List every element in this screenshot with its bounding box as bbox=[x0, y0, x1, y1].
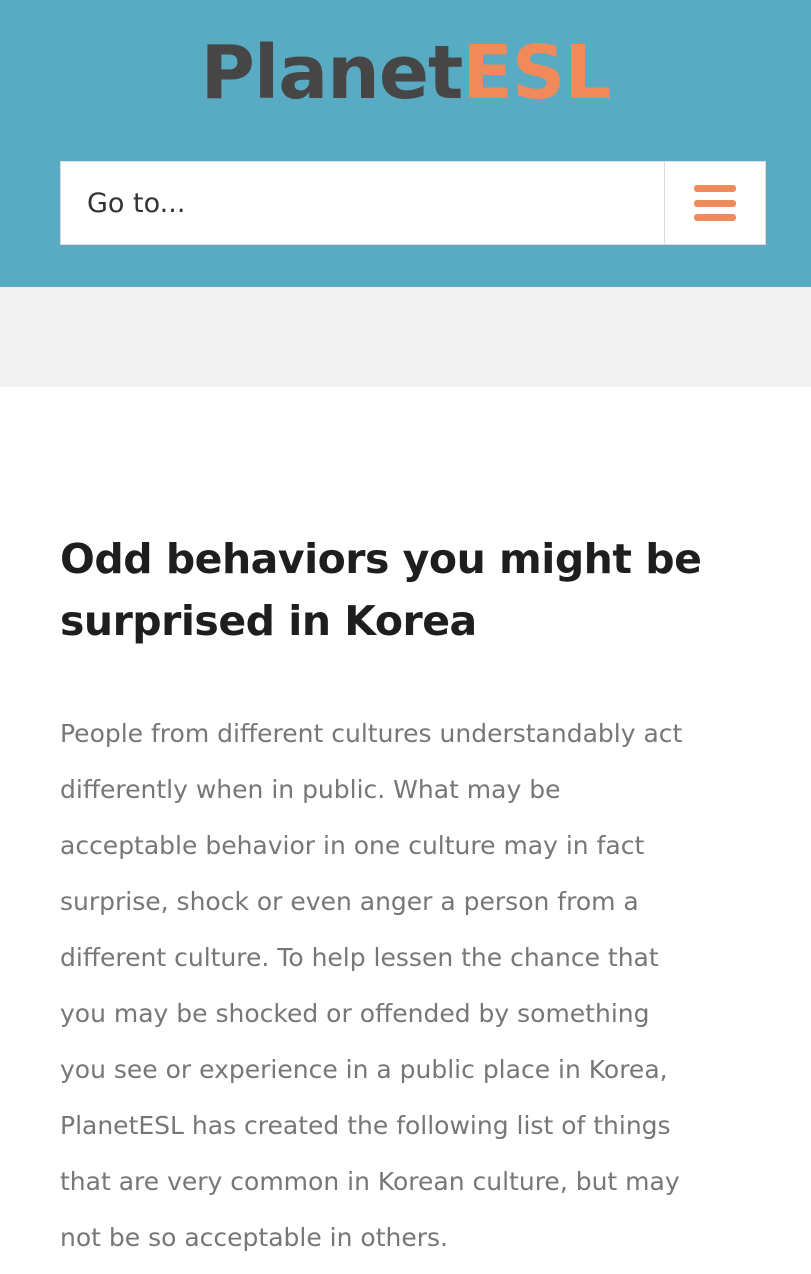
article-title-line: surprised in Korea bbox=[60, 597, 477, 645]
page-title-bar bbox=[0, 287, 811, 387]
paragraph-line: you see or experience in a public place … bbox=[60, 1055, 668, 1084]
article-title-line: Odd behaviors you might be bbox=[60, 535, 702, 583]
logo-text-planet: Planet bbox=[200, 30, 464, 116]
paragraph-line: not be so acceptable in others. bbox=[60, 1223, 448, 1252]
article-intro-paragraph: People from different cultures understan… bbox=[60, 706, 760, 1266]
menu-toggle-button[interactable] bbox=[664, 162, 765, 244]
paragraph-line: acceptable behavior in one culture may i… bbox=[60, 831, 645, 860]
paragraph-line: differently when in public. What may be bbox=[60, 775, 561, 804]
paragraph-line: different culture. To help lessen the ch… bbox=[60, 943, 659, 972]
paragraph-line: PlanetESL has created the following list… bbox=[60, 1111, 671, 1140]
article-title: Odd behaviors you might be surprised in … bbox=[60, 528, 760, 652]
logo-text-esl: ESL bbox=[462, 30, 611, 116]
site-logo[interactable]: PlanetESL bbox=[0, 30, 811, 116]
hamburger-menu-icon bbox=[694, 185, 736, 221]
go-to-navigation-select[interactable]: Go to... bbox=[60, 161, 766, 245]
paragraph-line: People from different cultures understan… bbox=[60, 719, 683, 748]
go-to-label: Go to... bbox=[87, 187, 186, 219]
paragraph-line: you may be shocked or offended by someth… bbox=[60, 999, 650, 1028]
paragraph-line: surprise, shock or even anger a person f… bbox=[60, 887, 639, 916]
site-header: PlanetESL Go to... bbox=[0, 0, 811, 287]
paragraph-line: that are very common in Korean culture, … bbox=[60, 1167, 680, 1196]
